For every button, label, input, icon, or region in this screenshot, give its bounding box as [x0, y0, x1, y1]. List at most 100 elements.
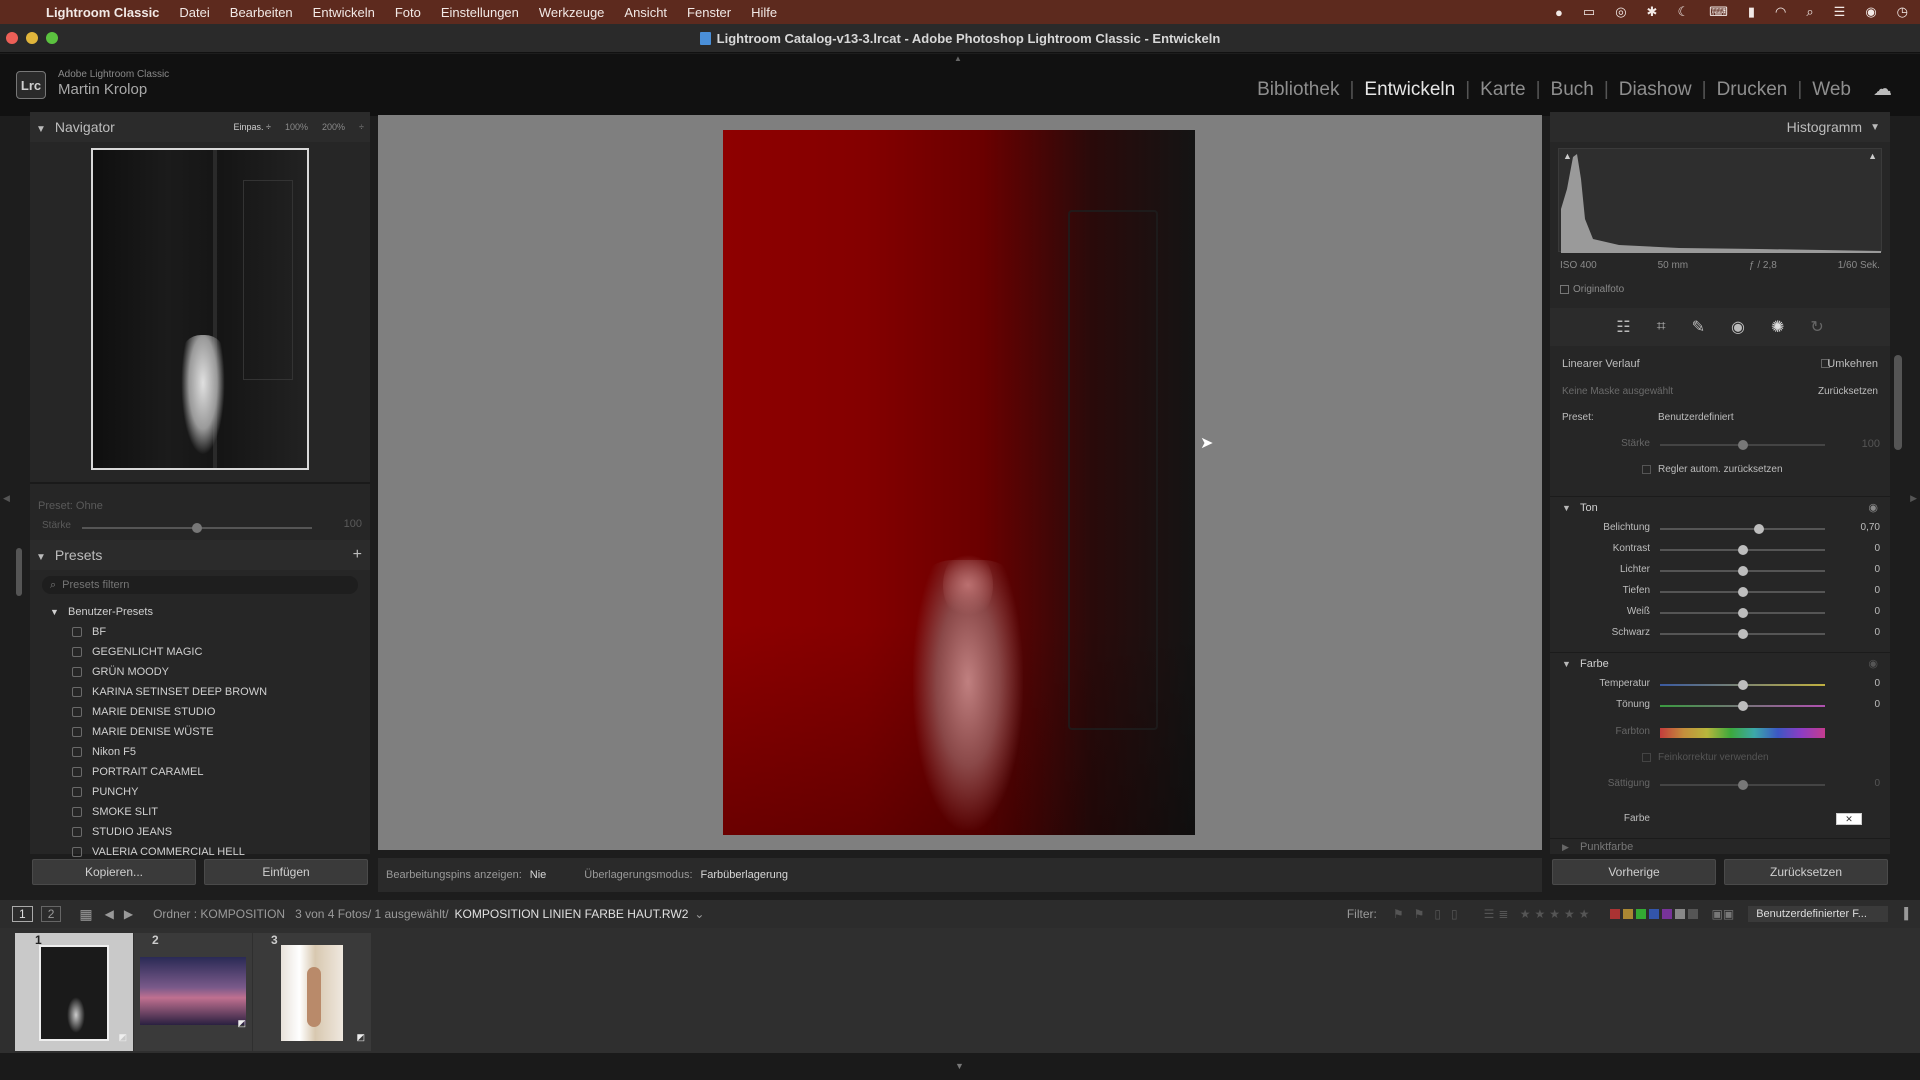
keyboard-icon[interactable]: ⌨ — [1709, 4, 1728, 20]
healing-icon[interactable]: ✎ — [1692, 317, 1705, 337]
spotlight-search-icon[interactable]: ⌕ — [1806, 4, 1813, 20]
tone-slider[interactable] — [1660, 566, 1825, 576]
tone-slider[interactable] — [1660, 545, 1825, 555]
preset-item[interactable]: PUNCHY — [30, 782, 370, 802]
saturation-slider[interactable] — [1660, 780, 1825, 790]
attribute-filter-icons[interactable]: ▣▣ — [1712, 907, 1735, 921]
collapse-left-icon[interactable]: ◀ — [3, 493, 10, 504]
flag-filter-icons[interactable]: ⚑⚑▯▯ — [1393, 907, 1468, 921]
collapse-triangle-icon[interactable]: ▼ — [1870, 122, 1880, 133]
hue-slider[interactable] — [1660, 728, 1825, 738]
menu-datei[interactable]: Datei — [179, 5, 209, 20]
control-center-icon[interactable]: ☰ — [1834, 4, 1846, 20]
menu-app[interactable]: Lightroom Classic — [46, 5, 159, 20]
mask-reset-button[interactable]: Zurücksetzen — [1818, 386, 1878, 397]
overlay-select[interactable]: Farbüberlagerung — [701, 869, 788, 881]
paste-settings-button[interactable]: Einfügen — [204, 859, 368, 885]
preset-group[interactable]: ▼ Benutzer-Presets — [30, 602, 370, 622]
collapse-triangle-icon[interactable]: ▼ — [36, 552, 46, 563]
preset-item[interactable]: KARINA SETINSET DEEP BROWN — [30, 682, 370, 702]
preset-item[interactable]: GRÜN MOODY — [30, 662, 370, 682]
cloud-status-icon[interactable]: ◎ — [1615, 4, 1626, 20]
copy-settings-button[interactable]: Kopieren... — [32, 859, 196, 885]
spot-color-header[interactable]: ▶ Punktfarbe — [1550, 838, 1890, 854]
preset-search-input[interactable] — [62, 579, 323, 591]
menu-entwickeln[interactable]: Entwickeln — [313, 5, 375, 20]
histogram-header[interactable]: Histogramm ▼ — [1550, 112, 1890, 142]
color-swatch[interactable]: ✕ — [1836, 813, 1862, 825]
star-rating-filter[interactable]: ☰≣ ★★★★★ — [1484, 907, 1594, 921]
preset-item[interactable]: Nikon F5 — [30, 742, 370, 762]
color-section-header[interactable]: ▼ Farbe ◉ — [1550, 652, 1890, 672]
module-diashow[interactable]: Diashow — [1619, 79, 1692, 101]
preset-item[interactable]: MARIE DENISE STUDIO — [30, 702, 370, 722]
crop-icon[interactable]: ⌗ — [1657, 318, 1666, 336]
battery-icon[interactable]: ▮ — [1748, 4, 1755, 20]
moon-icon[interactable]: ☾ — [1677, 4, 1689, 20]
module-buch[interactable]: Buch — [1551, 79, 1594, 101]
preset-item[interactable]: BF — [30, 622, 370, 642]
zoom-fit[interactable]: Einpas. ÷ — [234, 122, 271, 132]
filmstrip-thumb-1[interactable]: 1 ◩ — [15, 933, 133, 1051]
mask-preset-select[interactable]: Benutzerdefiniert — [1658, 412, 1734, 423]
tint-slider[interactable] — [1660, 701, 1825, 711]
filter-lock-icon[interactable]: ▐ — [1900, 908, 1908, 920]
menu-bearbeiten[interactable]: Bearbeiten — [230, 5, 293, 20]
collapse-bottom-icon[interactable]: ▼ — [955, 1061, 964, 1071]
masking-icon[interactable]: ✺ — [1771, 317, 1784, 337]
collapse-triangle-icon[interactable]: ▶ — [1562, 842, 1569, 853]
module-drucken[interactable]: Drucken — [1717, 79, 1788, 101]
menu-einstellungen[interactable]: Einstellungen — [441, 5, 519, 20]
preset-item[interactable]: PORTRAIT CARAMEL — [30, 762, 370, 782]
previous-button[interactable]: Vorherige — [1552, 859, 1716, 885]
auto-reset-checkbox[interactable] — [1642, 465, 1651, 474]
edit-sliders-icon[interactable]: ☷ — [1616, 317, 1630, 337]
screen-1-button[interactable]: 1 — [12, 906, 33, 922]
fine-adjust-checkbox[interactable] — [1642, 753, 1651, 762]
module-entwickeln[interactable]: Entwickeln — [1364, 79, 1455, 101]
pins-select[interactable]: Nie — [530, 869, 547, 881]
main-photo[interactable] — [723, 130, 1195, 835]
minimize-window-button[interactable] — [26, 32, 38, 44]
menu-werkzeuge[interactable]: Werkzeuge — [539, 5, 605, 20]
clock-icon[interactable]: ◷ — [1897, 4, 1908, 20]
collapse-triangle-icon[interactable]: ▼ — [36, 124, 46, 135]
checkbox[interactable] — [1560, 285, 1569, 294]
preset-search-field[interactable]: ⌕ — [42, 576, 358, 594]
collapse-top-icon[interactable]: ▲ — [954, 54, 964, 63]
tone-section-header[interactable]: ▼ Ton ◉ — [1550, 496, 1890, 516]
file-name[interactable]: KOMPOSITION LINIEN FARBE HAUT.RW2 — [455, 907, 689, 921]
filmstrip-thumb-2[interactable]: 2 ◩ — [134, 933, 252, 1051]
wifi-icon[interactable]: ◠ — [1775, 4, 1786, 20]
collapse-right-icon[interactable]: ▶ — [1910, 493, 1917, 504]
tone-slider[interactable] — [1660, 587, 1825, 597]
preset-item[interactable]: SMOKE SLIT — [30, 802, 370, 822]
reset-button[interactable]: Zurücksetzen — [1724, 859, 1888, 885]
shadow-clip-icon[interactable]: ▲ — [1563, 151, 1572, 161]
eye-icon[interactable]: ◉ — [1868, 657, 1878, 670]
zoom-window-button[interactable] — [46, 32, 58, 44]
preset-amount-slider[interactable] — [82, 523, 312, 533]
red-eye-icon[interactable]: ◉ — [1731, 317, 1745, 337]
screen-2-button[interactable]: 2 — [40, 906, 62, 922]
zoom-more[interactable]: ÷ — [359, 122, 364, 132]
preset-item[interactable]: GEGENLICHT MAGIC — [30, 642, 370, 662]
menu-fenster[interactable]: Fenster — [687, 5, 731, 20]
tone-slider[interactable] — [1660, 608, 1825, 618]
forward-arrow-icon[interactable]: ▶ — [124, 907, 133, 921]
histogram-chart[interactable]: ▲ ▲ — [1558, 148, 1882, 253]
collapse-triangle-icon[interactable]: ▼ — [1562, 503, 1571, 513]
eye-icon[interactable]: ◉ — [1868, 501, 1878, 514]
status-app-icon[interactable]: ● — [1555, 5, 1563, 20]
mask-amount-slider[interactable] — [1660, 440, 1825, 450]
color-label-filter[interactable] — [1609, 909, 1698, 919]
module-web[interactable]: Web — [1812, 79, 1851, 101]
temperature-slider[interactable] — [1660, 680, 1825, 690]
module-karte[interactable]: Karte — [1480, 79, 1525, 101]
grid-view-icon[interactable]: ▦ — [79, 906, 92, 923]
highlight-clip-icon[interactable]: ▲ — [1868, 151, 1877, 161]
add-preset-button[interactable]: + — [353, 546, 362, 564]
back-arrow-icon[interactable]: ◀ — [105, 907, 114, 921]
siri-icon[interactable]: ◉ — [1865, 4, 1876, 20]
navigator-header[interactable]: ▼ Navigator Einpas. ÷ 100% 200% ÷ — [30, 112, 370, 142]
